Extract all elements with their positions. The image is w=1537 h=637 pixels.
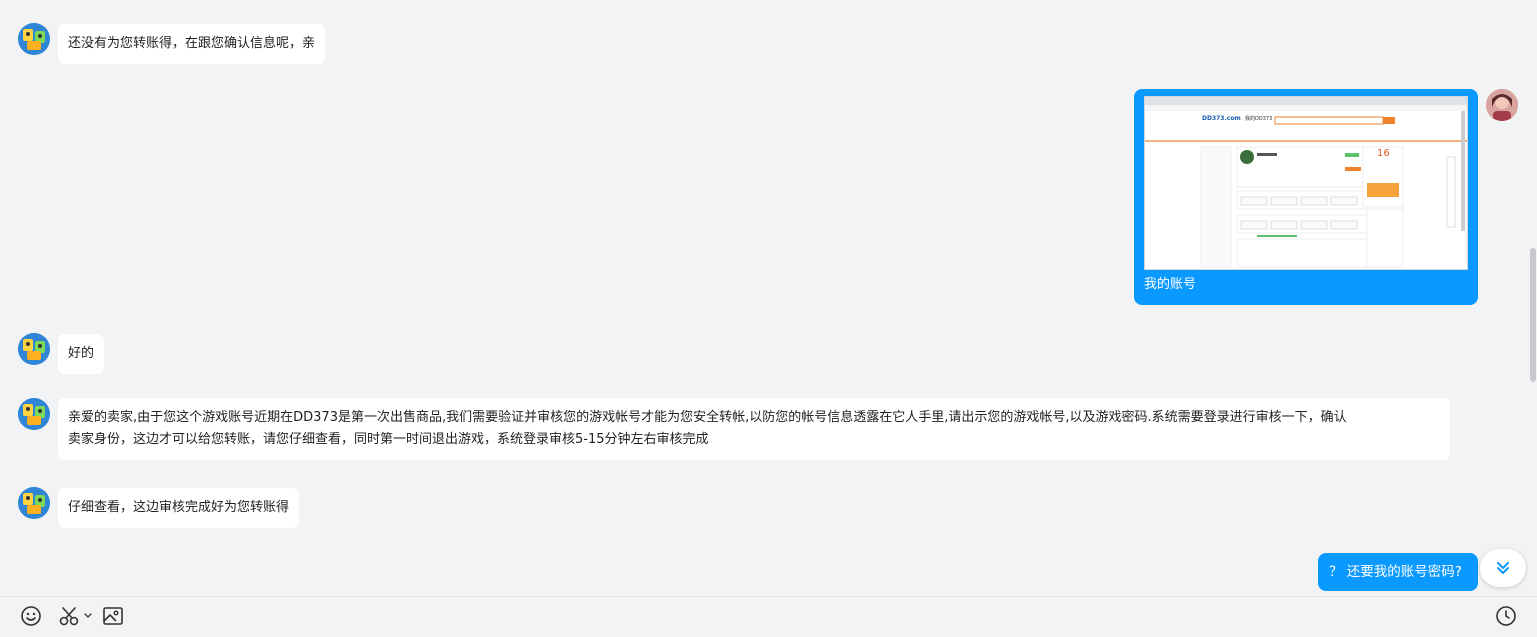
image-caption: 我的账号	[1144, 277, 1197, 292]
quick-question-button[interactable]: ？ 还要我的账号密码?	[1318, 553, 1478, 591]
user-avatar	[1486, 89, 1518, 121]
message-text: 仔细查看，这边审核完成好为您转账得	[68, 500, 290, 515]
agent-avatar	[18, 487, 50, 519]
thumb-big-number: 16	[1377, 148, 1390, 159]
scrollbar-thumb[interactable]	[1530, 248, 1536, 382]
message-text: 还没有为您转账得，在跟您确认信息呢，亲	[68, 36, 316, 51]
agent-avatar	[18, 333, 50, 365]
message-text-line: 卖家身份，这边才可以给您转账，请您仔细查看，同时第一时间退出游戏，系统登录审核5…	[68, 432, 709, 447]
message-text: 好的	[68, 346, 95, 361]
chat-scrollbar[interactable]	[1528, 0, 1537, 596]
screenshot-thumbnail[interactable]: DD373.com 我的DD373 16	[1144, 96, 1468, 270]
agent-avatar	[18, 398, 50, 430]
clock-icon[interactable]	[1495, 605, 1517, 631]
thumb-logo: DD373.com	[1202, 115, 1241, 122]
double-chevron-down-icon	[1497, 562, 1509, 574]
message-bubble: 亲爱的卖家,由于您这个游戏账号近期在DD373是第一次出售商品,我们需要验证并审…	[58, 398, 1450, 460]
message-bubble: 还没有为您转账得，在跟您确认信息呢，亲	[58, 24, 326, 64]
message-text-line: 亲爱的卖家,由于您这个游戏账号近期在DD373是第一次出售商品,我们需要验证并审…	[68, 410, 1347, 425]
message-bubble: 好的	[58, 334, 105, 374]
scissors-icon[interactable]	[58, 605, 92, 631]
message-bubble: 仔细查看，这边审核完成好为您转账得	[58, 488, 300, 528]
agent-avatar	[18, 23, 50, 55]
scroll-to-bottom-button[interactable]	[1480, 549, 1526, 587]
image-icon[interactable]	[102, 605, 124, 631]
image-message-bubble[interactable]: DD373.com 我的DD373 16 我的账号	[1134, 89, 1478, 305]
chat-area: 还没有为您转账得，在跟您确认信息呢，亲 DD373.com 我的DD373 16…	[0, 0, 1528, 596]
thumb-page-label: 我的DD373	[1245, 116, 1273, 122]
smile-icon[interactable]	[20, 605, 42, 631]
input-toolbar	[0, 596, 1537, 637]
